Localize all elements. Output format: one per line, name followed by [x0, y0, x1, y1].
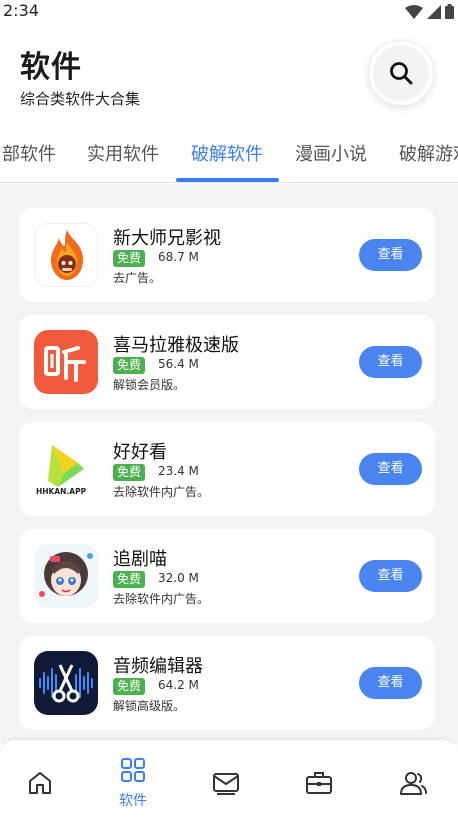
app-card[interactable]: HHKAN.APP 好好看 免费 23.4 M 去除软件内广告。 查看 [19, 422, 435, 516]
search-button-inner [373, 45, 429, 101]
view-button[interactable]: 查看 [359, 346, 422, 378]
page-subtitle: 综合类软件大合集 [20, 90, 141, 108]
app-list: 新大师兄影视 免费 68.7 M 去广告。 查看 喜马拉雅极速版 免费 56.4… [0, 184, 458, 744]
app-size: 64.2 M [158, 678, 199, 692]
tab-cracked-games[interactable]: 破解游戏 [399, 140, 458, 166]
app-size: 23.4 M [158, 464, 199, 478]
header: 软件 综合类软件大合集 [0, 24, 458, 124]
app-description: 解锁高级版。 [113, 699, 186, 713]
nav-home[interactable] [10, 770, 70, 800]
users-icon [400, 772, 427, 795]
battery-icon [445, 4, 454, 19]
wifi-icon [405, 4, 423, 19]
app-card[interactable]: 追剧喵 免费 32.0 M 去除软件内广告。 查看 [19, 529, 435, 623]
app-name: 新大师兄影视 [113, 228, 221, 249]
anime-girl-icon [39, 552, 93, 597]
free-badge: 免费 [113, 571, 146, 588]
app-description: 去除软件内广告。 [113, 485, 210, 499]
scissors-waveform-icon [39, 664, 93, 703]
view-button[interactable]: 查看 [359, 667, 422, 699]
view-button[interactable]: 查看 [359, 453, 422, 485]
app-icon-zhuijumiao [34, 544, 98, 608]
free-badge: 免费 [113, 464, 146, 481]
nav-software[interactable]: 软件 [103, 756, 163, 810]
app-name: 追剧喵 [113, 549, 167, 570]
category-tabs: 部软件 实用软件 破解软件 漫画小说 破解游戏 [0, 124, 458, 183]
tab-indicator [176, 178, 279, 182]
app-description: 解锁会员版。 [113, 378, 186, 392]
app-card[interactable]: 喜马拉雅极速版 免费 56.4 M 解锁会员版。 查看 [19, 315, 435, 409]
signal-icon [427, 4, 441, 19]
app-size: 68.7 M [158, 250, 199, 264]
view-button[interactable]: 查看 [359, 560, 422, 592]
status-bar: 2:34 [0, 0, 458, 24]
tab-comics-novels[interactable]: 漫画小说 [295, 140, 367, 166]
app-icon-audio-editor [34, 651, 98, 715]
tab-all-software[interactable]: 部软件 [2, 140, 56, 166]
app-icon-daxiongdi [34, 223, 98, 287]
app-size: 56.4 M [158, 357, 199, 371]
app-size: 32.0 M [158, 571, 199, 585]
status-icons [405, 4, 454, 19]
ximalaya-listen-icon [44, 346, 86, 382]
view-button[interactable]: 查看 [359, 239, 422, 271]
toolbox-icon [306, 772, 332, 794]
nav-profile[interactable] [383, 770, 443, 800]
app-name: 音频编辑器 [113, 656, 203, 677]
nav-toolbox[interactable] [289, 770, 349, 800]
status-time: 2:34 [3, 1, 39, 20]
free-badge: 免费 [113, 678, 146, 695]
app-icon-haohaokan: HHKAN.APP [34, 437, 98, 501]
search-icon [390, 62, 413, 85]
grid-icon [121, 758, 145, 782]
home-icon [29, 772, 51, 794]
app-card[interactable]: 新大师兄影视 免费 68.7 M 去广告。 查看 [19, 208, 435, 302]
app-name: 喜马拉雅极速版 [113, 335, 239, 356]
app-icon-label: HHKAN.APP [36, 487, 87, 496]
page-title: 软件 [20, 50, 82, 85]
mail-icon [213, 773, 239, 795]
app-icon-ximalaya [34, 330, 98, 394]
bottom-nav: 软件 [0, 740, 458, 820]
nav-software-label: 软件 [119, 793, 147, 809]
flame-monkey-icon [51, 230, 83, 280]
free-badge: 免费 [113, 357, 146, 374]
tab-cracked-software[interactable]: 破解软件 [191, 140, 263, 166]
free-badge: 免费 [113, 250, 146, 267]
tab-utility-software[interactable]: 实用软件 [87, 140, 159, 166]
app-description: 去广告。 [113, 271, 162, 285]
search-button[interactable] [368, 40, 434, 106]
nav-messages[interactable] [196, 770, 256, 800]
app-name: 好好看 [113, 442, 167, 463]
app-card[interactable]: 音频编辑器 免费 64.2 M 解锁高级版。 查看 [19, 636, 435, 730]
app-description: 去除软件内广告。 [113, 592, 210, 606]
